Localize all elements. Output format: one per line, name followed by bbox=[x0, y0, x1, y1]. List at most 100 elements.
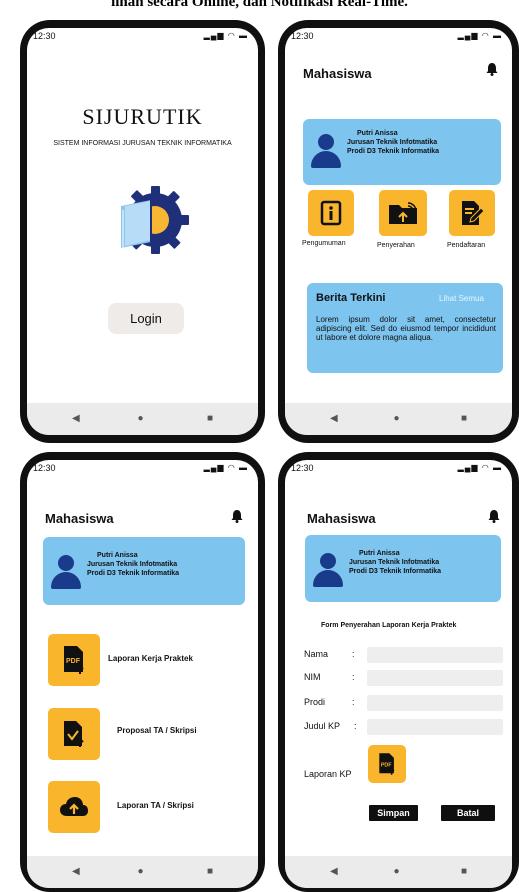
nav-recent-icon[interactable]: ■ bbox=[207, 413, 213, 424]
header-title: Mahasiswa bbox=[307, 511, 376, 526]
system-nav-bar: ◀ ● ■ bbox=[285, 403, 512, 435]
folder-upload-icon bbox=[389, 202, 417, 224]
field-label-laporan-kp: Laporan KP bbox=[304, 769, 352, 779]
menu-tile-pendaftaran[interactable] bbox=[449, 190, 495, 236]
profile-department: Jurusan Teknik Infotmatika bbox=[87, 561, 178, 568]
pdf-upload-icon: PDF bbox=[64, 646, 84, 674]
header-title: Mahasiswa bbox=[303, 66, 372, 81]
menu-label-pendaftaran[interactable]: Pendaftaran bbox=[447, 242, 485, 249]
news-body: Lorem ipsum dolor sit amet, consectetur … bbox=[316, 315, 496, 342]
app-title: SIJURUTIK bbox=[82, 104, 203, 129]
profile-department: Jurusan Teknik Infotmatika bbox=[349, 559, 440, 566]
splash-screen: 12:30 ▂▄▆ ◠ ▬ SIJURUTIK SISTEM INFORMASI… bbox=[27, 28, 258, 435]
system-nav-bar: ◀ ● ■ bbox=[27, 856, 258, 888]
nav-recent-icon[interactable]: ■ bbox=[461, 413, 467, 424]
nav-recent-icon[interactable]: ■ bbox=[461, 866, 467, 877]
field-label-judul-kp: Judul KP bbox=[304, 721, 341, 731]
form-screen: 12:30 ▂▄▆ ◠ ▬ Mahasiswa Putri Anissa Jur… bbox=[285, 460, 512, 888]
menu-tile-pengumuman[interactable] bbox=[308, 190, 354, 236]
judul-kp-input[interactable] bbox=[367, 719, 503, 735]
phone-submission: 12:30 ▂▄▆ ◠ ▬ Mahasiswa Putri Anissa Jur… bbox=[20, 452, 265, 892]
app-subtitle: SISTEM INFORMASI JURUSAN TEKNIK INFORMAT… bbox=[53, 140, 232, 147]
status-time: 12:30 bbox=[33, 31, 56, 41]
phone-form: 12:30 ▂▄▆ ◠ ▬ Mahasiswa Putri Anissa Jur… bbox=[278, 452, 519, 892]
nim-input[interactable] bbox=[367, 670, 503, 686]
submission-screen: 12:30 ▂▄▆ ◠ ▬ Mahasiswa Putri Anissa Jur… bbox=[27, 460, 258, 888]
nav-recent-icon[interactable]: ■ bbox=[207, 866, 213, 877]
nav-back-icon[interactable]: ◀ bbox=[330, 866, 338, 877]
document-upload-icon bbox=[64, 721, 84, 747]
profile-program: Prodi D3 Teknik Informatika bbox=[349, 568, 442, 575]
nav-home-icon[interactable]: ● bbox=[138, 866, 144, 877]
avatar-icon bbox=[313, 553, 343, 587]
app-logo-icon bbox=[121, 186, 189, 254]
status-bar: 12:30 ▂▄▆ ◠ ▬ bbox=[27, 460, 258, 478]
nama-input[interactable] bbox=[367, 647, 503, 663]
profile-name: Putri Anissa bbox=[359, 550, 400, 557]
nav-home-icon[interactable]: ● bbox=[394, 413, 400, 424]
profile-card: Putri Anissa Jurusan Teknik Infotmatika … bbox=[43, 537, 245, 605]
status-time: 12:30 bbox=[33, 463, 56, 473]
status-icons: ▂▄▆ ◠ ▬ bbox=[457, 463, 502, 472]
edit-document-icon bbox=[462, 201, 484, 225]
profile-department: Jurusan Teknik Infotmatika bbox=[347, 139, 438, 146]
profile-info: Putri Anissa Jurusan Teknik Infotmatika … bbox=[87, 551, 179, 578]
page-caption: linan secara Online, dan Notifikasi Real… bbox=[111, 0, 408, 10]
form-title: Form Penyerahan Laporan Kerja Praktek bbox=[321, 622, 457, 629]
menu-tile-proposal[interactable] bbox=[48, 708, 100, 760]
profile-info: Putri Anissa Jurusan Teknik Infotmatika … bbox=[349, 549, 441, 576]
svg-text:PDF: PDF bbox=[66, 658, 81, 665]
login-button[interactable]: Login bbox=[108, 303, 184, 334]
nav-back-icon[interactable]: ◀ bbox=[72, 866, 80, 877]
phone-dashboard: 12:30 ▂▄▆ ◠ ▬ Mahasiswa Putri Anissa Jur… bbox=[278, 20, 519, 443]
menu-tile-penyerahan[interactable] bbox=[379, 190, 427, 236]
avatar-icon bbox=[51, 555, 81, 589]
status-bar: 12:30 ▂▄▆ ◠ ▬ bbox=[285, 460, 512, 478]
cloud-upload-icon bbox=[60, 797, 88, 816]
save-button[interactable]: Simpan bbox=[369, 805, 418, 821]
menu-label-penyerahan[interactable]: Penyerahan bbox=[377, 242, 415, 249]
status-icons: ▂▄▆ ◠ ▬ bbox=[203, 463, 248, 472]
menu-label-proposal[interactable]: Proposal TA / Skripsi bbox=[117, 726, 197, 735]
bell-icon[interactable] bbox=[486, 62, 498, 76]
cancel-button[interactable]: Batal bbox=[441, 805, 495, 821]
status-bar: 12:30 ▂▄▆ ◠ ▬ bbox=[27, 28, 258, 46]
status-icons: ▂▄▆ ◠ ▬ bbox=[457, 31, 502, 40]
svg-text:PDF: PDF bbox=[381, 762, 392, 768]
status-time: 12:30 bbox=[291, 31, 314, 41]
field-label-nama: Nama bbox=[304, 649, 329, 659]
profile-name: Putri Anissa bbox=[357, 130, 398, 137]
header-title: Mahasiswa bbox=[45, 511, 114, 526]
phone-splash: 12:30 ▂▄▆ ◠ ▬ SIJURUTIK SISTEM INFORMASI… bbox=[20, 20, 265, 443]
status-bar: 12:30 ▂▄▆ ◠ ▬ bbox=[285, 28, 512, 46]
nav-back-icon[interactable]: ◀ bbox=[330, 413, 338, 424]
avatar-icon bbox=[311, 134, 341, 168]
menu-label-laporan-ta[interactable]: Laporan TA / Skripsi bbox=[117, 801, 194, 810]
status-time: 12:30 bbox=[291, 463, 314, 473]
pdf-upload-icon: PDF bbox=[379, 753, 395, 775]
dashboard-screen: 12:30 ▂▄▆ ◠ ▬ Mahasiswa Putri Anissa Jur… bbox=[285, 28, 512, 435]
info-icon bbox=[320, 200, 342, 226]
nav-back-icon[interactable]: ◀ bbox=[72, 413, 80, 424]
nav-home-icon[interactable]: ● bbox=[394, 866, 400, 877]
bell-icon[interactable] bbox=[231, 509, 243, 523]
menu-label-pengumuman[interactable]: Pengumuman bbox=[302, 240, 346, 247]
system-nav-bar: ◀ ● ■ bbox=[27, 403, 258, 435]
profile-name: Putri Anissa bbox=[97, 552, 138, 559]
field-colon: : bbox=[352, 697, 355, 707]
menu-tile-laporan-ta[interactable] bbox=[48, 781, 100, 833]
profile-program: Prodi D3 Teknik Informatika bbox=[347, 148, 440, 155]
profile-card: Putri Anissa Jurusan Teknik Infotmatika … bbox=[303, 119, 501, 185]
menu-tile-laporan-kp[interactable]: PDF bbox=[48, 634, 100, 686]
news-card: Berita Terkini Lihat Semua Lorem ipsum d… bbox=[307, 283, 503, 373]
prodi-input[interactable] bbox=[367, 695, 503, 711]
menu-label-laporan-kp[interactable]: Laporan Kerja Praktek bbox=[108, 654, 193, 663]
field-colon: : bbox=[354, 721, 357, 731]
bell-icon[interactable] bbox=[488, 509, 500, 523]
profile-card: Putri Anissa Jurusan Teknik Infotmatika … bbox=[305, 535, 501, 602]
news-see-all-link[interactable]: Lihat Semua bbox=[439, 294, 484, 303]
profile-program: Prodi D3 Teknik Informatika bbox=[87, 570, 180, 577]
nav-home-icon[interactable]: ● bbox=[138, 413, 144, 424]
upload-pdf-button[interactable]: PDF bbox=[368, 745, 406, 783]
system-nav-bar: ◀ ● ■ bbox=[285, 856, 512, 888]
